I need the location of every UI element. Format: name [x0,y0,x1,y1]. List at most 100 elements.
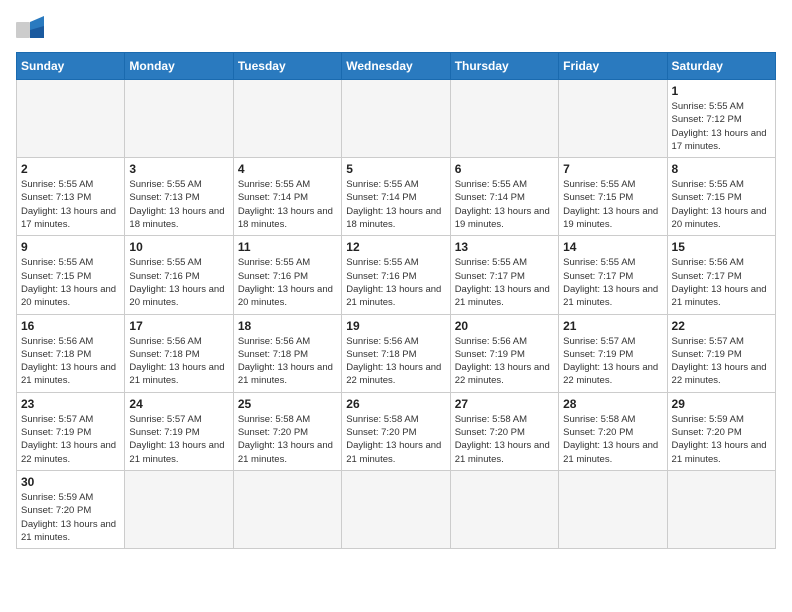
calendar-cell: 25 Sunrise: 5:58 AM Sunset: 7:20 PM Dayli… [233,392,341,470]
day-info: Sunrise: 5:57 AM Sunset: 7:19 PM Dayligh… [129,413,228,466]
day-info: Sunrise: 5:59 AM Sunset: 7:20 PM Dayligh… [21,491,120,544]
day-info: Sunrise: 5:58 AM Sunset: 7:20 PM Dayligh… [455,413,554,466]
day-info: Sunrise: 5:55 AM Sunset: 7:16 PM Dayligh… [346,256,445,309]
calendar-week-row: 1Sunrise: 5:55 AM Sunset: 7:12 PM Daylig… [17,80,776,158]
day-info: Sunrise: 5:56 AM Sunset: 7:17 PM Dayligh… [672,256,771,309]
calendar-cell: 22 Sunrise: 5:57 AM Sunset: 7:19 PM Dayli… [667,314,775,392]
calendar-cell: 9 Sunrise: 5:55 AM Sunset: 7:15 PM Daylig… [17,236,125,314]
day-info: Sunrise: 5:58 AM Sunset: 7:20 PM Dayligh… [346,413,445,466]
day-info: Sunrise: 5:55 AM Sunset: 7:14 PM Dayligh… [346,178,445,231]
day-info: Sunrise: 5:55 AM Sunset: 7:12 PM Dayligh… [672,100,771,153]
calendar-cell: 11 Sunrise: 5:55 AM Sunset: 7:16 PM Dayli… [233,236,341,314]
calendar-cell: 13Sunrise: 5:55 AM Sunset: 7:17 PM Dayli… [450,236,558,314]
calendar-cell: 3Sunrise: 5:55 AM Sunset: 7:13 PM Daylig… [125,158,233,236]
weekday-header-wednesday: Wednesday [342,53,450,80]
day-number: 23 [21,397,120,411]
day-number: 10 [129,240,228,254]
calendar-cell [233,80,341,158]
day-number: 5 [346,162,445,176]
calendar-cell [125,80,233,158]
calendar-week-row: 16 Sunrise: 5:56 AM Sunset: 7:18 PM Dayli… [17,314,776,392]
day-info: Sunrise: 5:55 AM Sunset: 7:15 PM Dayligh… [563,178,662,231]
day-info: Sunrise: 5:57 AM Sunset: 7:19 PM Dayligh… [672,335,771,388]
day-number: 30 [21,475,120,489]
weekday-header-row: SundayMondayTuesdayWednesdayThursdayFrid… [17,53,776,80]
calendar-cell: 20 Sunrise: 5:56 AM Sunset: 7:19 PM Dayli… [450,314,558,392]
day-info: Sunrise: 5:56 AM Sunset: 7:18 PM Dayligh… [238,335,337,388]
calendar-cell [559,470,667,548]
day-number: 26 [346,397,445,411]
day-info: Sunrise: 5:58 AM Sunset: 7:20 PM Dayligh… [238,413,337,466]
day-number: 21 [563,319,662,333]
calendar-cell [667,470,775,548]
day-number: 16 [21,319,120,333]
calendar-cell: 17 Sunrise: 5:56 AM Sunset: 7:18 PM Dayli… [125,314,233,392]
calendar-cell: 4 Sunrise: 5:55 AM Sunset: 7:14 PM Daylig… [233,158,341,236]
day-info: Sunrise: 5:56 AM Sunset: 7:18 PM Dayligh… [21,335,120,388]
calendar-cell: 12 Sunrise: 5:55 AM Sunset: 7:16 PM Dayli… [342,236,450,314]
calendar-cell: 10 Sunrise: 5:55 AM Sunset: 7:16 PM Dayli… [125,236,233,314]
calendar-cell [342,80,450,158]
calendar-cell [559,80,667,158]
calendar-cell: 18 Sunrise: 5:56 AM Sunset: 7:18 PM Dayli… [233,314,341,392]
day-info: Sunrise: 5:55 AM Sunset: 7:16 PM Dayligh… [238,256,337,309]
calendar-week-row: 30 Sunrise: 5:59 AM Sunset: 7:20 PM Dayli… [17,470,776,548]
day-info: Sunrise: 5:55 AM Sunset: 7:15 PM Dayligh… [21,256,120,309]
day-number: 7 [563,162,662,176]
calendar-cell: 6Sunrise: 5:55 AM Sunset: 7:14 PM Daylig… [450,158,558,236]
calendar-cell: 7 Sunrise: 5:55 AM Sunset: 7:15 PM Daylig… [559,158,667,236]
calendar-cell [342,470,450,548]
day-info: Sunrise: 5:55 AM Sunset: 7:14 PM Dayligh… [238,178,337,231]
day-info: Sunrise: 5:55 AM Sunset: 7:15 PM Dayligh… [672,178,771,231]
day-number: 20 [455,319,554,333]
calendar-cell [233,470,341,548]
calendar-cell [125,470,233,548]
calendar-cell: 19Sunrise: 5:56 AM Sunset: 7:18 PM Dayli… [342,314,450,392]
day-number: 4 [238,162,337,176]
day-number: 9 [21,240,120,254]
calendar-cell: 30 Sunrise: 5:59 AM Sunset: 7:20 PM Dayli… [17,470,125,548]
day-info: Sunrise: 5:55 AM Sunset: 7:17 PM Dayligh… [563,256,662,309]
calendar-cell: 14Sunrise: 5:55 AM Sunset: 7:17 PM Dayli… [559,236,667,314]
day-number: 18 [238,319,337,333]
calendar-cell: 29Sunrise: 5:59 AM Sunset: 7:20 PM Dayli… [667,392,775,470]
logo-icon [16,16,52,44]
calendar-cell: 26 Sunrise: 5:58 AM Sunset: 7:20 PM Dayli… [342,392,450,470]
calendar-cell: 5 Sunrise: 5:55 AM Sunset: 7:14 PM Daylig… [342,158,450,236]
day-number: 2 [21,162,120,176]
weekday-header-saturday: Saturday [667,53,775,80]
weekday-header-monday: Monday [125,53,233,80]
day-number: 11 [238,240,337,254]
calendar-week-row: 2 Sunrise: 5:55 AM Sunset: 7:13 PM Daylig… [17,158,776,236]
day-number: 25 [238,397,337,411]
calendar-cell: 24 Sunrise: 5:57 AM Sunset: 7:19 PM Dayli… [125,392,233,470]
calendar-cell: 15 Sunrise: 5:56 AM Sunset: 7:17 PM Dayli… [667,236,775,314]
day-number: 12 [346,240,445,254]
day-info: Sunrise: 5:56 AM Sunset: 7:19 PM Dayligh… [455,335,554,388]
weekday-header-thursday: Thursday [450,53,558,80]
calendar-week-row: 23 Sunrise: 5:57 AM Sunset: 7:19 PM Dayli… [17,392,776,470]
day-info: Sunrise: 5:56 AM Sunset: 7:18 PM Dayligh… [129,335,228,388]
day-number: 28 [563,397,662,411]
calendar-cell [450,470,558,548]
day-number: 15 [672,240,771,254]
day-info: Sunrise: 5:57 AM Sunset: 7:19 PM Dayligh… [563,335,662,388]
day-number: 19 [346,319,445,333]
day-number: 13 [455,240,554,254]
day-number: 22 [672,319,771,333]
calendar-cell: 8 Sunrise: 5:55 AM Sunset: 7:15 PM Daylig… [667,158,775,236]
day-number: 6 [455,162,554,176]
day-info: Sunrise: 5:55 AM Sunset: 7:13 PM Dayligh… [21,178,120,231]
calendar-cell: 21 Sunrise: 5:57 AM Sunset: 7:19 PM Dayli… [559,314,667,392]
day-number: 17 [129,319,228,333]
day-number: 8 [672,162,771,176]
day-number: 3 [129,162,228,176]
calendar-cell [450,80,558,158]
weekday-header-sunday: Sunday [17,53,125,80]
day-number: 24 [129,397,228,411]
day-number: 27 [455,397,554,411]
calendar-cell: 2 Sunrise: 5:55 AM Sunset: 7:13 PM Daylig… [17,158,125,236]
day-info: Sunrise: 5:55 AM Sunset: 7:16 PM Dayligh… [129,256,228,309]
day-info: Sunrise: 5:58 AM Sunset: 7:20 PM Dayligh… [563,413,662,466]
calendar-cell: 16 Sunrise: 5:56 AM Sunset: 7:18 PM Dayli… [17,314,125,392]
